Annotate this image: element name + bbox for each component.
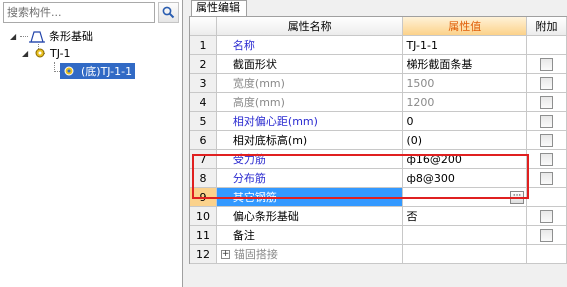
property-name-group[interactable]: + 锚固搭接 [217, 245, 404, 263]
tree-node-selected[interactable]: (底)TJ-1-1 [60, 63, 136, 79]
property-name: 相对底标高(m) [217, 131, 404, 149]
property-value[interactable]: TJ-1-1 [403, 36, 528, 54]
strip-foundation-icon [29, 31, 45, 43]
search-button[interactable] [158, 2, 179, 23]
header-num [190, 17, 217, 35]
add-cell [527, 36, 567, 54]
property-name: 锚固搭接 [233, 248, 278, 261]
property-name: 其它钢筋 [216, 188, 404, 206]
add-cell [527, 226, 567, 244]
add-checkbox[interactable] [540, 133, 554, 147]
tree-node-tj-1-1[interactable]: (底)TJ-1-1 [60, 63, 136, 79]
property-name: 受力筋 [217, 150, 404, 168]
row-number: 1 [190, 36, 217, 54]
add-cell [527, 93, 567, 111]
add-cell [527, 74, 567, 92]
gear-component-icon [35, 48, 45, 58]
ellipsis-button[interactable]: ··· [510, 191, 524, 204]
row-number: 2 [190, 55, 217, 73]
row-number: 6 [190, 131, 217, 149]
row-number: 8 [190, 169, 217, 187]
add-cell [527, 112, 567, 130]
row-number: 7 [190, 150, 217, 168]
row-number: 4 [190, 93, 217, 111]
tree-node-label: (底)TJ-1-1 [81, 65, 133, 78]
table-row[interactable]: 8 分布筋 ф8@300 [190, 169, 567, 188]
add-checkbox[interactable] [540, 57, 554, 71]
header-value: 属性值 [403, 17, 528, 35]
collapse-arrow-icon[interactable]: ◢ [22, 49, 32, 58]
search-box[interactable] [3, 2, 155, 23]
property-name: 高度(mm) [217, 93, 404, 111]
tree-node-strip-foundation[interactable]: ◢ 条形基础 [10, 28, 93, 44]
property-value[interactable]: 否 [403, 207, 528, 225]
add-checkbox[interactable] [540, 209, 554, 223]
tree-node-tj-1[interactable]: ◢ TJ-1 [22, 45, 71, 61]
table-row[interactable]: 3 宽度(mm) 1500 [190, 74, 567, 93]
add-checkbox[interactable] [540, 95, 554, 109]
add-checkbox[interactable] [540, 114, 554, 128]
property-value[interactable]: ф8@300 [403, 169, 528, 187]
expand-plus-icon[interactable]: + [220, 249, 230, 259]
tree-node-label: 条形基础 [49, 30, 93, 43]
table-row[interactable]: 11 备注 [190, 226, 567, 245]
add-cell [527, 150, 567, 168]
tab-property-edit[interactable]: 属性编辑 [191, 0, 247, 16]
row-number: 3 [190, 74, 217, 92]
add-cell [527, 245, 567, 263]
table-row-selected[interactable]: 9 其它钢筋 ··· [190, 188, 567, 207]
property-name: 偏心条形基础 [217, 207, 404, 225]
property-value[interactable]: (0) [403, 131, 528, 149]
add-cell [527, 169, 567, 187]
table-row[interactable]: 12 + 锚固搭接 [190, 245, 567, 264]
add-cell [527, 55, 567, 73]
property-value[interactable] [403, 226, 528, 244]
property-name: 宽度(mm) [217, 74, 404, 92]
add-checkbox[interactable] [540, 76, 554, 90]
add-cell [527, 207, 567, 225]
property-value[interactable]: 1200 [403, 93, 528, 111]
header-name: 属性名称 [216, 17, 404, 35]
property-value [403, 245, 528, 263]
row-number: 11 [190, 226, 217, 244]
property-name: 备注 [217, 226, 404, 244]
header-add: 附加 [527, 17, 567, 35]
gear-component-icon [64, 66, 74, 76]
table-row[interactable]: 10 偏心条形基础 否 [190, 207, 567, 226]
table-row[interactable]: 6 相对底标高(m) (0) [190, 131, 567, 150]
add-checkbox[interactable] [540, 152, 554, 166]
property-panel: 属性编辑 属性名称 属性值 附加 1 名称 TJ-1-1 2 截面形状 梯形截面… [189, 0, 567, 287]
search-icon [162, 6, 175, 19]
property-name: 相对偏心距(mm) [217, 112, 404, 130]
component-tree-panel: ◢ 条形基础 ◢ TJ-1 (底)TJ-1-1 [0, 0, 183, 287]
property-value[interactable]: 0 [403, 112, 528, 130]
search-input[interactable] [4, 3, 154, 22]
property-name: 截面形状 [217, 55, 404, 73]
row-number: 10 [190, 207, 217, 225]
row-number: 5 [190, 112, 217, 130]
table-row[interactable]: 5 相对偏心距(mm) 0 [190, 112, 567, 131]
add-checkbox[interactable] [540, 228, 554, 242]
property-value[interactable]: 1500 [403, 74, 528, 92]
collapse-arrow-icon[interactable]: ◢ [10, 32, 20, 41]
table-row[interactable]: 4 高度(mm) 1200 [190, 93, 567, 112]
property-value[interactable] [403, 188, 528, 206]
property-value[interactable]: ф16@200 [403, 150, 528, 168]
add-cell [527, 131, 567, 149]
tree-node-label: TJ-1 [50, 46, 71, 60]
add-cell [527, 188, 567, 206]
grid-header: 属性名称 属性值 附加 [190, 17, 567, 36]
add-checkbox[interactable] [540, 171, 554, 185]
row-number: 9 [190, 188, 217, 206]
table-row[interactable]: 2 截面形状 梯形截面条基 [190, 55, 567, 74]
property-value[interactable]: 梯形截面条基 [403, 55, 528, 73]
table-row[interactable]: 7 受力筋 ф16@200 [190, 150, 567, 169]
table-row[interactable]: 1 名称 TJ-1-1 [190, 36, 567, 55]
property-name: 分布筋 [217, 169, 404, 187]
property-grid: 属性名称 属性值 附加 1 名称 TJ-1-1 2 截面形状 梯形截面条基 3 … [189, 16, 567, 264]
property-name: 名称 [217, 36, 404, 54]
row-number: 12 [190, 245, 217, 263]
